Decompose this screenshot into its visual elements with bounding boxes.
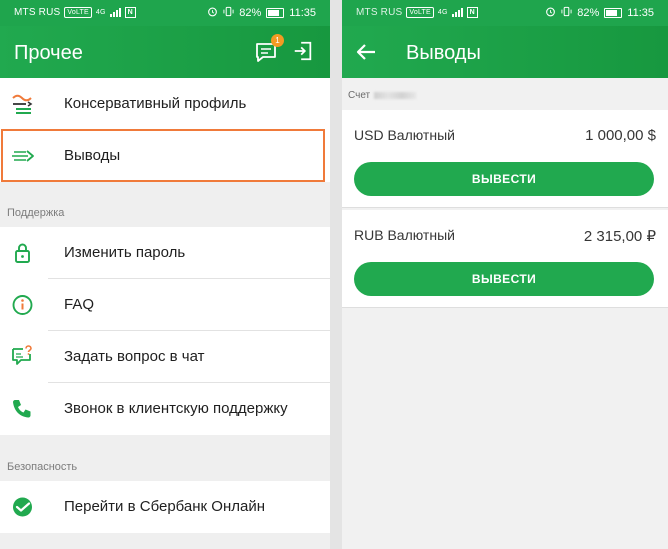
menu-item-label: Выводы: [64, 147, 121, 164]
menu-item-conservative-profile[interactable]: Консервативный профиль: [0, 78, 330, 130]
back-arrow-icon: [356, 44, 375, 60]
clock: 11:35: [627, 7, 654, 19]
withdrawal-arrows-icon: [10, 144, 36, 168]
app-bar: Выводы: [342, 26, 668, 78]
logout-button[interactable]: [292, 40, 316, 64]
withdraw-button[interactable]: ВЫВЕСТИ: [354, 162, 654, 196]
conservative-profile-icon: [10, 92, 36, 116]
account-number-blurred: [374, 91, 417, 99]
clock: 11:35: [289, 7, 316, 19]
account-name: USD Валютный: [354, 127, 455, 143]
account-card-rub: RUB Валютный 2 315,00 ₽ ВЫВЕСТИ: [342, 210, 668, 308]
divider: [342, 207, 668, 208]
volte-badge: VoLTE: [406, 7, 434, 18]
battery-percent: 82%: [577, 7, 600, 19]
menu-item-label: Консервативный профиль: [64, 95, 247, 112]
menu-item-label: Перейти в Сбербанк Онлайн: [64, 498, 265, 515]
account-balance: 2 315,00 ₽: [583, 228, 656, 245]
left-screen: MTS RUS VoLTE 4G N 82% 11:35 Прочее 1 Ко…: [0, 0, 330, 549]
back-button[interactable]: [354, 40, 378, 64]
status-bar: MTS RUS VoLTE 4G N 82% 11:35: [0, 0, 330, 26]
menu-item-faq[interactable]: FAQ: [0, 279, 330, 331]
chat-question-icon: [10, 345, 36, 369]
vibrate-icon: [223, 6, 234, 20]
right-screen: MTS RUS VoLTE 4G N 82% 11:35 Выводы Счет…: [342, 0, 668, 549]
account-label: Счет: [348, 90, 417, 101]
network-type: 4G: [437, 9, 448, 16]
battery-icon: [604, 8, 623, 18]
signal-icon: [451, 8, 463, 17]
chat-button[interactable]: 1: [254, 34, 284, 64]
carrier-name: MTS RUS: [356, 7, 403, 18]
alarm-icon: [207, 6, 218, 20]
alarm-icon: [545, 6, 556, 20]
volte-badge: VoLTE: [64, 7, 92, 18]
menu-item-label: Изменить пароль: [64, 244, 186, 261]
battery-icon: [266, 8, 285, 18]
account-label-text: Счет: [348, 90, 371, 101]
nfc-icon: N: [466, 7, 478, 18]
lock-icon: [10, 241, 36, 265]
menu-item-change-password[interactable]: Изменить пароль: [0, 227, 330, 279]
menu-item-withdrawals[interactable]: Выводы: [0, 130, 330, 182]
app-bar: Прочее 1: [0, 26, 330, 78]
menu-item-chat-question[interactable]: Задать вопрос в чат: [0, 331, 330, 383]
menu-item-label: Звонок в клиентскую поддержку: [64, 400, 288, 417]
page-title: Выводы: [406, 42, 481, 64]
account-name: RUB Валютный: [354, 227, 455, 243]
status-bar: MTS RUS VoLTE 4G N 82% 11:35: [342, 0, 668, 26]
nfc-icon: N: [124, 7, 136, 18]
sberbank-logo-icon: [10, 495, 36, 519]
battery-percent: 82%: [239, 7, 262, 19]
menu-item-sberbank-online[interactable]: Перейти в Сбербанк Онлайн: [0, 481, 330, 533]
logout-icon: [294, 41, 312, 61]
carrier-name: MTS RUS: [14, 7, 61, 18]
divider: [342, 307, 668, 308]
page-title: Прочее: [14, 42, 83, 64]
section-header-support: Поддержка: [7, 207, 65, 219]
section-header-security: Безопасность: [7, 461, 78, 473]
menu-item-label: Задать вопрос в чат: [64, 348, 205, 365]
chat-badge: 1: [271, 34, 284, 47]
network-type: 4G: [95, 9, 106, 16]
withdraw-button[interactable]: ВЫВЕСТИ: [354, 262, 654, 296]
phone-icon: [10, 397, 36, 421]
menu-item-label: FAQ: [64, 296, 95, 313]
signal-icon: [109, 8, 121, 17]
vibrate-icon: [561, 6, 572, 20]
screen-separator: [330, 0, 342, 549]
info-icon: [10, 293, 36, 317]
account-card-usd: USD Валютный 1 000,00 $ ВЫВЕСТИ: [342, 110, 668, 208]
account-balance: 1 000,00 $: [585, 127, 656, 144]
menu-item-call-support[interactable]: Звонок в клиентскую поддержку: [0, 383, 330, 435]
